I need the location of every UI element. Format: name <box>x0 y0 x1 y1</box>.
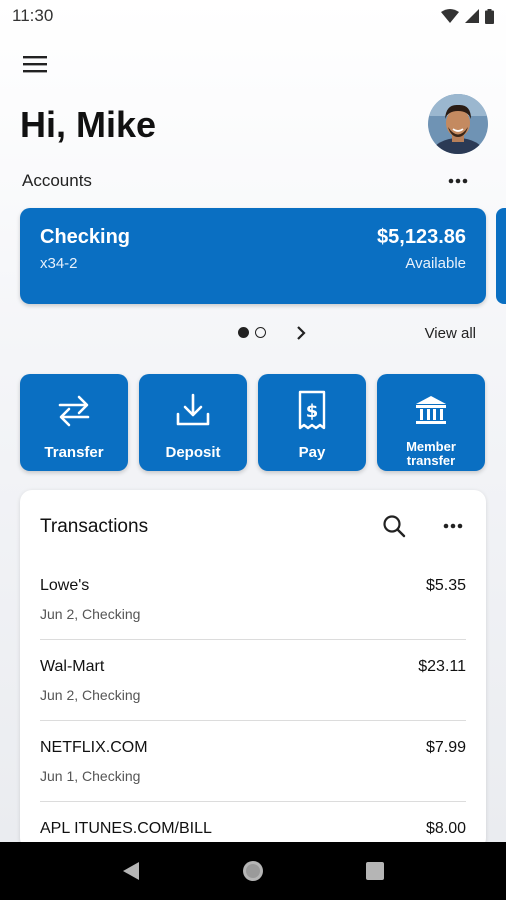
bank-icon <box>416 396 446 424</box>
transaction-meta: Jun 1, Checking <box>40 768 141 784</box>
pay-button[interactable]: $ Pay <box>258 374 366 471</box>
chevron-right-icon <box>297 326 306 340</box>
signal-icon <box>465 9 479 23</box>
more-horizontal-icon <box>448 178 468 184</box>
battery-icon <box>485 8 494 24</box>
home-button[interactable] <box>233 851 273 891</box>
member-transfer-button[interactable]: Member transfer <box>377 374 485 471</box>
avatar[interactable] <box>428 94 488 154</box>
menu-button[interactable] <box>20 50 50 78</box>
transaction-row[interactable]: NETFLIX.COM Jun 1, Checking $7.99 <box>40 721 466 802</box>
transaction-merchant: Lowe's <box>40 577 90 594</box>
transfer-button[interactable]: Transfer <box>20 374 128 471</box>
back-triangle-icon <box>123 862 139 880</box>
transaction-amount: $5.35 <box>425 577 466 594</box>
transaction-merchant: APL ITUNES.COM/BILL <box>40 820 212 837</box>
account-number: x34-2 <box>40 255 78 272</box>
pay-label: Pay <box>298 444 326 461</box>
transaction-row[interactable]: Lowe's Jun 2, Checking $5.35 <box>40 559 466 640</box>
recents-square-icon <box>366 862 384 880</box>
transaction-amount: $23.11 <box>418 658 466 675</box>
deposit-button[interactable]: Deposit <box>139 374 247 471</box>
wifi-icon <box>441 9 459 23</box>
search-icon <box>383 515 406 538</box>
account-balance: $5,123.86 <box>377 226 466 248</box>
profile-photo <box>428 94 488 154</box>
transactions-list: Lowe's Jun 2, Checking $5.35 Wal-Mart Ju… <box>20 559 486 850</box>
account-name: Checking <box>40 226 131 248</box>
transaction-amount: $7.99 <box>425 739 466 756</box>
transactions-search-button[interactable] <box>380 512 408 540</box>
transaction-amount: $8.00 <box>425 820 466 837</box>
accounts-more-button[interactable] <box>440 168 476 194</box>
back-button[interactable] <box>111 851 151 891</box>
transfer-label: Transfer <box>44 444 104 461</box>
transactions-more-button[interactable] <box>438 512 468 540</box>
status-icons <box>441 8 494 24</box>
pager-dot[interactable] <box>255 327 266 338</box>
transaction-row[interactable]: Wal-Mart Jun 2, Checking $23.11 <box>40 640 466 721</box>
transaction-merchant: NETFLIX.COM <box>40 739 148 756</box>
transaction-meta: Jun 2, Checking <box>40 606 141 622</box>
pager-dot-active[interactable] <box>238 327 249 338</box>
view-all-link[interactable]: View all <box>425 325 476 342</box>
status-bar: 11:30 <box>0 0 506 32</box>
account-balance-status: Available <box>405 255 466 272</box>
pager-next-button[interactable] <box>290 322 312 344</box>
quick-actions: Transfer Deposit $ Pay Member transfer <box>20 374 485 471</box>
svg-text:$: $ <box>306 401 319 422</box>
system-nav-bar <box>0 842 506 900</box>
account-pager <box>238 327 266 338</box>
deposit-label: Deposit <box>165 444 221 461</box>
account-card-checking[interactable]: Checking x34-2 $5,123.86 Available <box>20 208 486 304</box>
transactions-title: Transactions <box>40 516 149 537</box>
greeting-title: Hi, Mike <box>20 104 157 145</box>
recents-button[interactable] <box>355 851 395 891</box>
hamburger-icon <box>23 56 47 73</box>
deposit-icon <box>176 393 210 426</box>
member-transfer-label: Member transfer <box>406 439 456 468</box>
more-horizontal-icon <box>443 523 463 529</box>
transfer-icon <box>58 395 90 427</box>
pay-icon: $ <box>298 390 326 430</box>
transaction-merchant: Wal-Mart <box>40 658 105 675</box>
accounts-label: Accounts <box>22 171 92 190</box>
status-time: 11:30 <box>12 6 54 25</box>
transactions-card: Transactions Lowe's Jun 2, Checking $5.3… <box>20 490 486 850</box>
transaction-meta: Jun 2, Checking <box>40 687 141 703</box>
next-account-card-peek[interactable] <box>496 208 506 304</box>
home-circle-icon <box>243 861 263 881</box>
